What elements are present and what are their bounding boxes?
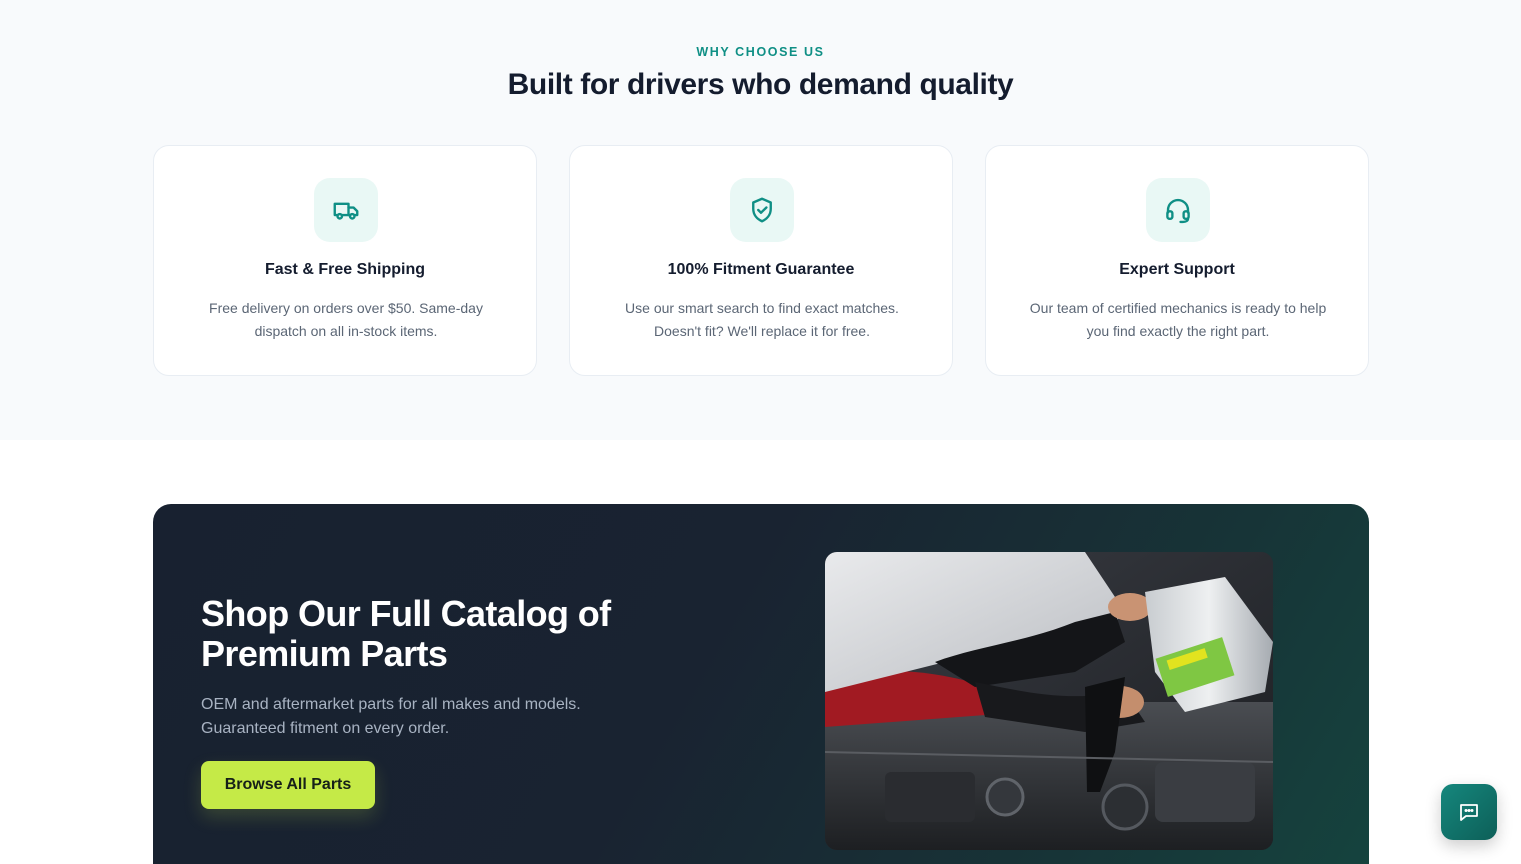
feature-title: Fast & Free Shipping bbox=[264, 261, 425, 278]
cta-title: Shop Our Full Catalog of Premium Parts bbox=[201, 593, 611, 674]
section-eyebrow: WHY CHOOSE US bbox=[696, 45, 825, 59]
feature-description: Our team of certified mechanics is ready… bbox=[1029, 300, 1327, 339]
chat-icon bbox=[1460, 804, 1478, 821]
feature-description: Free delivery on orders over $50. Same-d… bbox=[209, 300, 483, 339]
feature-card-fitment: 100% Fitment Guarantee Use our smart sea… bbox=[569, 145, 953, 376]
feature-card-shipping: Fast & Free Shipping Free delivery on or… bbox=[153, 145, 537, 376]
cta-subtitle: OEM and aftermarket parts for all makes … bbox=[201, 696, 581, 737]
why-choose-us-section: WHY CHOOSE US Built for drivers who dema… bbox=[0, 0, 1521, 440]
catalog-cta-banner: Shop Our Full Catalog of Premium Parts O… bbox=[153, 504, 1369, 864]
feature-title: Expert Support bbox=[1119, 261, 1235, 278]
feature-card-support: Expert Support Our team of certified mec… bbox=[985, 145, 1369, 376]
cta-mechanic-image bbox=[825, 552, 1273, 850]
truck-icon bbox=[314, 178, 378, 242]
browse-all-parts-button[interactable]: Browse All Parts bbox=[201, 761, 375, 809]
shield-check-icon bbox=[730, 178, 794, 242]
headset-icon bbox=[1146, 178, 1210, 242]
section-headline: Built for drivers who demand quality bbox=[507, 68, 1014, 101]
feature-title: 100% Fitment Guarantee bbox=[667, 261, 855, 278]
feature-description: Use our smart search to find exact match… bbox=[625, 300, 899, 339]
chat-button[interactable] bbox=[1441, 784, 1497, 840]
